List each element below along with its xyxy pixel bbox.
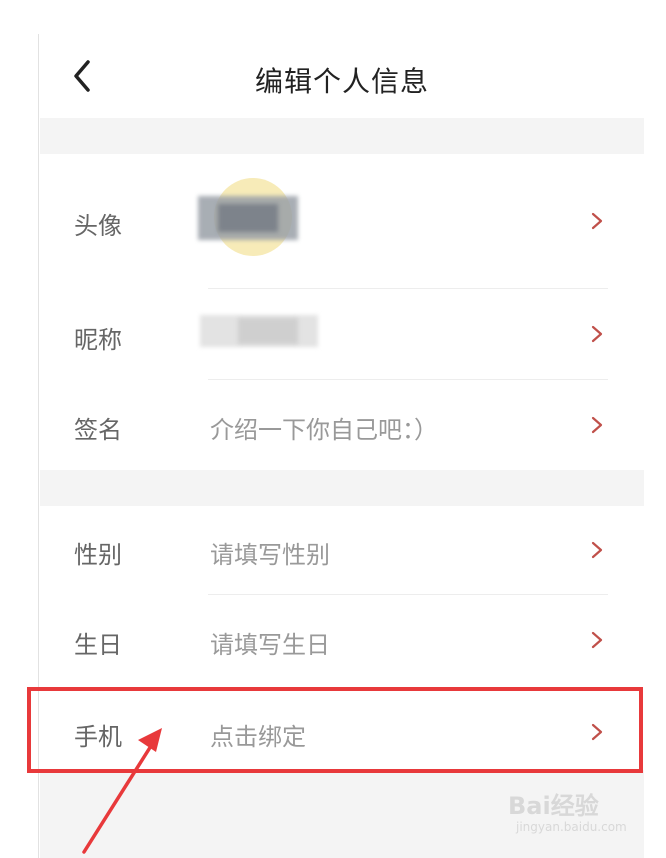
chevron-right-icon — [591, 723, 603, 741]
nickname-blurred — [238, 318, 298, 344]
row-avatar[interactable]: 头像 — [40, 154, 610, 288]
page-title: 编辑个人信息 — [254, 65, 429, 98]
chevron-right-icon — [591, 212, 603, 230]
row-label: 性别 — [74, 541, 122, 569]
row-label: 头像 — [74, 212, 122, 240]
watermark-url: jingyan.baidu.com — [516, 820, 627, 834]
row-label: 签名 — [74, 416, 122, 444]
chevron-right-icon — [591, 541, 603, 559]
avatar-image-blurred — [218, 204, 278, 232]
row-label: 生日 — [74, 631, 122, 659]
row-signature[interactable]: 签名 介绍一下你自己吧：） — [40, 380, 610, 470]
chevron-right-icon — [591, 416, 603, 434]
birthday-value: 请填写生日 — [210, 631, 330, 659]
section-gap — [40, 470, 644, 506]
row-gender[interactable]: 性别 请填写性别 — [40, 506, 610, 594]
chevron-right-icon — [591, 325, 603, 343]
nav-header: 编辑个人信息 — [40, 30, 644, 118]
watermark: Bai经验 jingyan.baidu.com — [508, 786, 648, 846]
page-edge-rule — [38, 34, 39, 858]
section-gap — [40, 118, 644, 154]
row-label: 昵称 — [74, 326, 122, 354]
signature-value: 介绍一下你自己吧：） — [210, 416, 438, 444]
watermark-logo: Bai经验 — [508, 792, 599, 820]
chevron-right-icon — [591, 631, 603, 649]
gender-value: 请填写性别 — [210, 541, 330, 569]
row-nickname[interactable]: 昵称 — [40, 289, 610, 379]
annotation-arrow-icon — [82, 728, 162, 854]
row-birthday[interactable]: 生日 请填写生日 — [40, 595, 610, 685]
phone-value: 点击绑定 — [210, 723, 306, 751]
